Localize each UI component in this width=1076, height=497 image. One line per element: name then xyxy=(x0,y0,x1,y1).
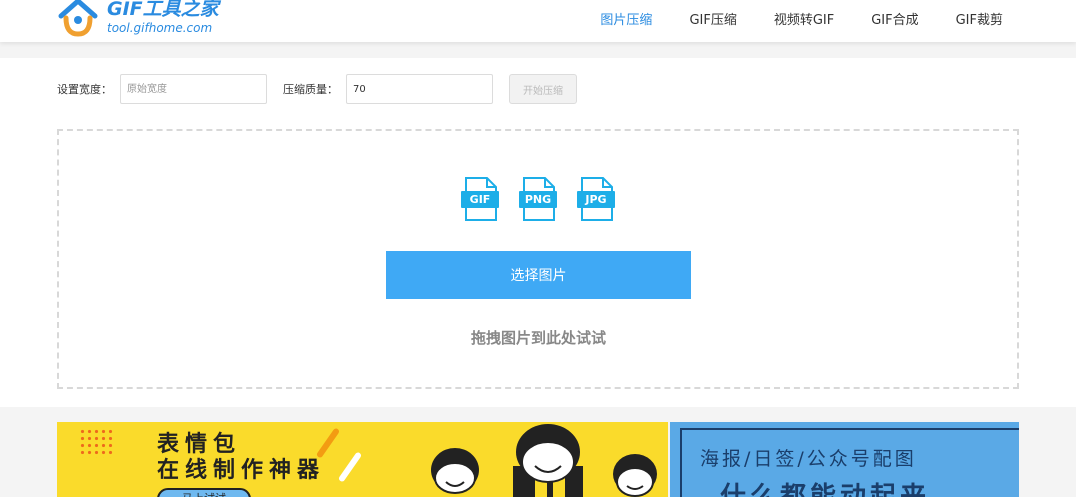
logo-url: tool.gifhome.com xyxy=(107,21,213,35)
banner-right-line1: 海报/日签/公众号配图 xyxy=(700,448,917,470)
nav-gif-compose[interactable]: GIF合成 xyxy=(871,9,918,28)
logo-title: GIF工具之家 xyxy=(107,0,219,20)
settings-bar: 设置宽度： 压缩质量： 开始压缩 xyxy=(57,74,577,104)
compress-panel: 设置宽度： 压缩质量： 开始压缩 GIF PNG JPG 选择图片 拖拽图片到此… xyxy=(0,58,1076,407)
nav-gif-crop[interactable]: GIF裁剪 xyxy=(956,9,1003,28)
width-label: 设置宽度： xyxy=(57,83,112,96)
jpg-file-label: JPG xyxy=(577,191,615,208)
try-now-button[interactable]: 马上试试 xyxy=(157,488,251,497)
dot-pattern-decoration xyxy=(79,428,115,458)
top-header: GIF工具之家 tool.gifhome.com 图片压缩 GIF压缩 视频转G… xyxy=(0,0,1076,42)
jpg-file-icon: JPG xyxy=(577,177,617,221)
start-compress-button[interactable]: 开始压缩 xyxy=(509,74,577,104)
quality-input[interactable] xyxy=(346,74,493,104)
png-file-label: PNG xyxy=(519,191,557,208)
banner-left-title-line1: 表情包 xyxy=(157,432,242,457)
stripe-decoration xyxy=(337,451,363,483)
gif-file-label: GIF xyxy=(461,191,499,208)
meme-maker-banner[interactable]: 表情包 在线制作神器 马上试试 xyxy=(57,422,668,497)
nav-gif-compress[interactable]: GIF压缩 xyxy=(689,9,736,28)
quality-label: 压缩质量： xyxy=(283,83,338,96)
file-type-icons: GIF PNG JPG xyxy=(461,177,635,221)
banner-right-line2: 什么都能动起来 xyxy=(720,482,931,497)
drag-hint-text: 拖拽图片到此处试试 xyxy=(470,329,606,347)
gif-file-icon: GIF xyxy=(461,177,501,221)
meme-faces-illustration xyxy=(431,424,657,497)
png-file-icon: PNG xyxy=(519,177,559,221)
nav-image-compress[interactable]: 图片压缩 xyxy=(600,9,652,28)
house-logo-icon xyxy=(58,0,98,37)
width-input[interactable] xyxy=(120,74,267,104)
main-nav: 图片压缩 GIF压缩 视频转GIF GIF合成 GIF裁剪 xyxy=(563,9,1003,28)
animated-poster-banner[interactable]: 海报/日签/公众号配图 什么都能动起来 xyxy=(670,422,1019,497)
upload-dropzone[interactable]: GIF PNG JPG 选择图片 拖拽图片到此处试试 xyxy=(57,129,1019,389)
site-logo[interactable]: GIF工具之家 tool.gifhome.com xyxy=(55,0,219,40)
nav-video-to-gif[interactable]: 视频转GIF xyxy=(774,9,834,28)
banner-left-title-line2: 在线制作神器 xyxy=(157,458,326,484)
select-image-button[interactable]: 选择图片 xyxy=(386,251,691,299)
banner-left-title: 表情包 在线制作神器 xyxy=(157,432,325,485)
